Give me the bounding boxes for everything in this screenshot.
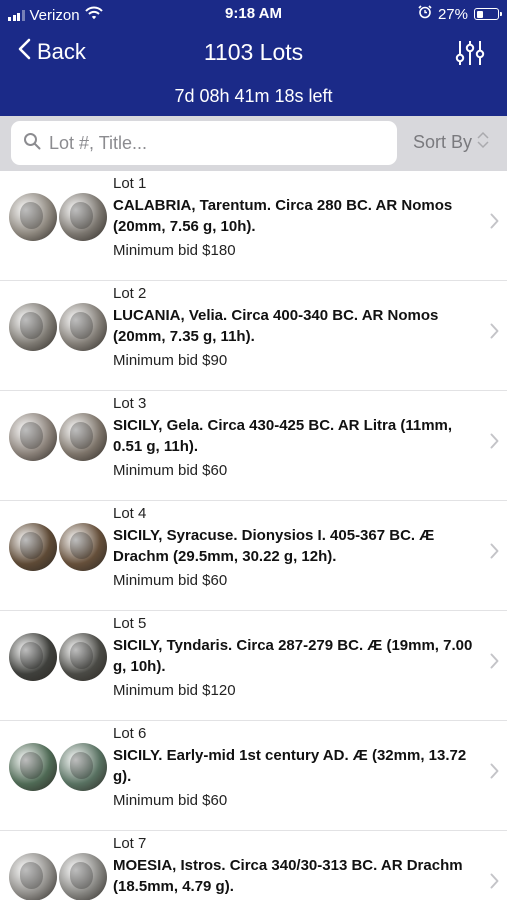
- chevron-right-icon: [490, 653, 499, 674]
- lot-number: Lot 7: [113, 835, 147, 852]
- coin-reverse-image: [59, 193, 107, 241]
- coin-obverse-image: [9, 853, 57, 900]
- lot-number: Lot 3: [113, 395, 147, 412]
- lot-minimum-bid: Minimum bid $60: [113, 572, 228, 589]
- battery-percent: 27%: [437, 5, 468, 23]
- nav-bar: Back 1103 Lots: [0, 34, 507, 74]
- lot-title: SICILY, Gela. Circa 430-425 BC. AR Litra…: [113, 417, 453, 455]
- lot-title: MOESIA, Istros. Circa 340/30-313 BC. AR …: [113, 857, 463, 895]
- coin-obverse-image: [9, 523, 57, 571]
- coin-thumbnail: [9, 853, 107, 900]
- sort-by-button[interactable]: Sort By: [413, 130, 490, 155]
- chevron-right-icon: [490, 323, 499, 344]
- coin-reverse-image: [59, 853, 107, 900]
- coin-thumbnail: [9, 523, 107, 573]
- lot-title: SICILY, Tyndaris. Circa 287-279 BC. Æ (1…: [113, 637, 473, 675]
- coin-thumbnail: [9, 193, 107, 243]
- status-bar: Verizon 9:18 AM 27%: [0, 0, 507, 30]
- coin-thumbnail: [9, 743, 107, 793]
- chevron-right-icon: [490, 763, 499, 784]
- coin-reverse-image: [59, 303, 107, 351]
- search-icon: [23, 132, 41, 155]
- lot-row[interactable]: Lot 2 LUCANIA, Velia. Circa 400-340 BC. …: [0, 281, 507, 391]
- header: Verizon 9:18 AM 27% Back 1103 Lots 7d 08…: [0, 0, 507, 116]
- filter-sliders-icon[interactable]: [455, 38, 485, 73]
- search-bar: Lot #, Title... Sort By: [0, 116, 507, 171]
- lot-title: CALABRIA, Tarentum. Circa 280 BC. AR Nom…: [113, 197, 453, 235]
- lot-row[interactable]: Lot 1 CALABRIA, Tarentum. Circa 280 BC. …: [0, 171, 507, 281]
- coin-obverse-image: [9, 193, 57, 241]
- coin-obverse-image: [9, 633, 57, 681]
- coin-reverse-image: [59, 523, 107, 571]
- coin-reverse-image: [59, 413, 107, 461]
- lot-minimum-bid: Minimum bid $90: [113, 352, 228, 369]
- battery-icon: [474, 8, 502, 20]
- coin-thumbnail: [9, 633, 107, 683]
- coin-reverse-image: [59, 743, 107, 791]
- search-placeholder: Lot #, Title...: [49, 132, 148, 153]
- coin-thumbnail: [9, 303, 107, 353]
- sort-arrows-icon: [476, 130, 490, 155]
- coin-obverse-image: [9, 303, 57, 351]
- lot-row[interactable]: Lot 4 SICILY, Syracuse. Dionysios I. 405…: [0, 501, 507, 611]
- lot-minimum-bid: Minimum bid $60: [113, 462, 228, 479]
- time-left-label: 7d 08h 41m 18s left: [174, 86, 333, 106]
- chevron-right-icon: [490, 873, 499, 894]
- lot-title: SICILY. Early-mid 1st century AD. Æ (32m…: [113, 747, 467, 785]
- sort-by-label: Sort By: [413, 132, 473, 152]
- lot-row[interactable]: Lot 6 SICILY. Early-mid 1st century AD. …: [0, 721, 507, 831]
- coin-reverse-image: [59, 633, 107, 681]
- lot-minimum-bid: Minimum bid $60: [113, 792, 228, 809]
- lot-title: LUCANIA, Velia. Circa 400-340 BC. AR Nom…: [113, 307, 439, 345]
- lot-list: Lot 1 CALABRIA, Tarentum. Circa 280 BC. …: [0, 171, 507, 900]
- chevron-right-icon: [490, 543, 499, 564]
- lot-number: Lot 6: [113, 725, 147, 742]
- lot-row[interactable]: Lot 5 SICILY, Tyndaris. Circa 287-279 BC…: [0, 611, 507, 721]
- page-title: 1103 Lots: [203, 39, 304, 65]
- search-input[interactable]: Lot #, Title...: [11, 121, 397, 165]
- coin-obverse-image: [9, 413, 57, 461]
- lot-number: Lot 2: [113, 285, 147, 302]
- lot-title: SICILY, Syracuse. Dionysios I. 405-367 B…: [113, 527, 435, 565]
- lot-minimum-bid: Minimum bid $180: [113, 242, 236, 259]
- lot-number: Lot 4: [113, 505, 147, 522]
- alarm-icon: [418, 5, 432, 23]
- chevron-right-icon: [490, 213, 499, 234]
- chevron-right-icon: [490, 433, 499, 454]
- lot-number: Lot 5: [113, 615, 147, 632]
- lot-minimum-bid: Minimum bid $120: [113, 682, 236, 699]
- lot-row[interactable]: Lot 7 MOESIA, Istros. Circa 340/30-313 B…: [0, 831, 507, 900]
- coin-obverse-image: [9, 743, 57, 791]
- coin-thumbnail: [9, 413, 107, 463]
- lot-row[interactable]: Lot 3 SICILY, Gela. Circa 430-425 BC. AR…: [0, 391, 507, 501]
- lot-number: Lot 1: [113, 175, 147, 192]
